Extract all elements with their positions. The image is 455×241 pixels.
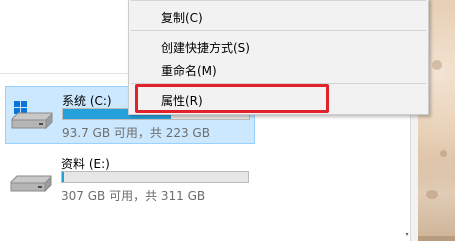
explorer-window: ▾ 系统 (C:) 93.7 GB 可用，共 223 GB 资料 (E:) 30…: [0, 0, 455, 241]
menu-separator: [131, 30, 426, 31]
drive-space-info: 93.7 GB 可用，共 223 GB: [62, 126, 210, 140]
usage-bar-fill: [62, 172, 65, 182]
hard-drive-icon: [10, 175, 52, 193]
usage-bar: [61, 171, 249, 183]
drive-space-info: 307 GB 可用，共 311 GB: [61, 189, 206, 203]
menu-item-label: 复制(C): [161, 11, 203, 25]
wallpaper-bottom: [418, 236, 455, 241]
drive-name: 系统 (C:): [62, 94, 112, 108]
scroll-down-icon[interactable]: ▾: [404, 232, 410, 238]
drive-tile-e[interactable]: 资料 (E:) 307 GB 可用，共 311 GB: [5, 150, 255, 208]
highlight-box: [135, 84, 329, 113]
menu-item-create-shortcut[interactable]: 创建快捷方式(S): [129, 35, 428, 57]
menu-item-rename[interactable]: 重命名(M): [129, 58, 428, 80]
menu-separator: [131, 0, 426, 1]
menu-item-label: 重命名(M): [161, 64, 217, 78]
menu-item-copy[interactable]: 复制(C): [129, 5, 428, 27]
menu-item-label: 创建快捷方式(S): [161, 41, 250, 55]
drive-name: 资料 (E:): [61, 157, 110, 171]
windows-drive-icon: [11, 101, 53, 130]
